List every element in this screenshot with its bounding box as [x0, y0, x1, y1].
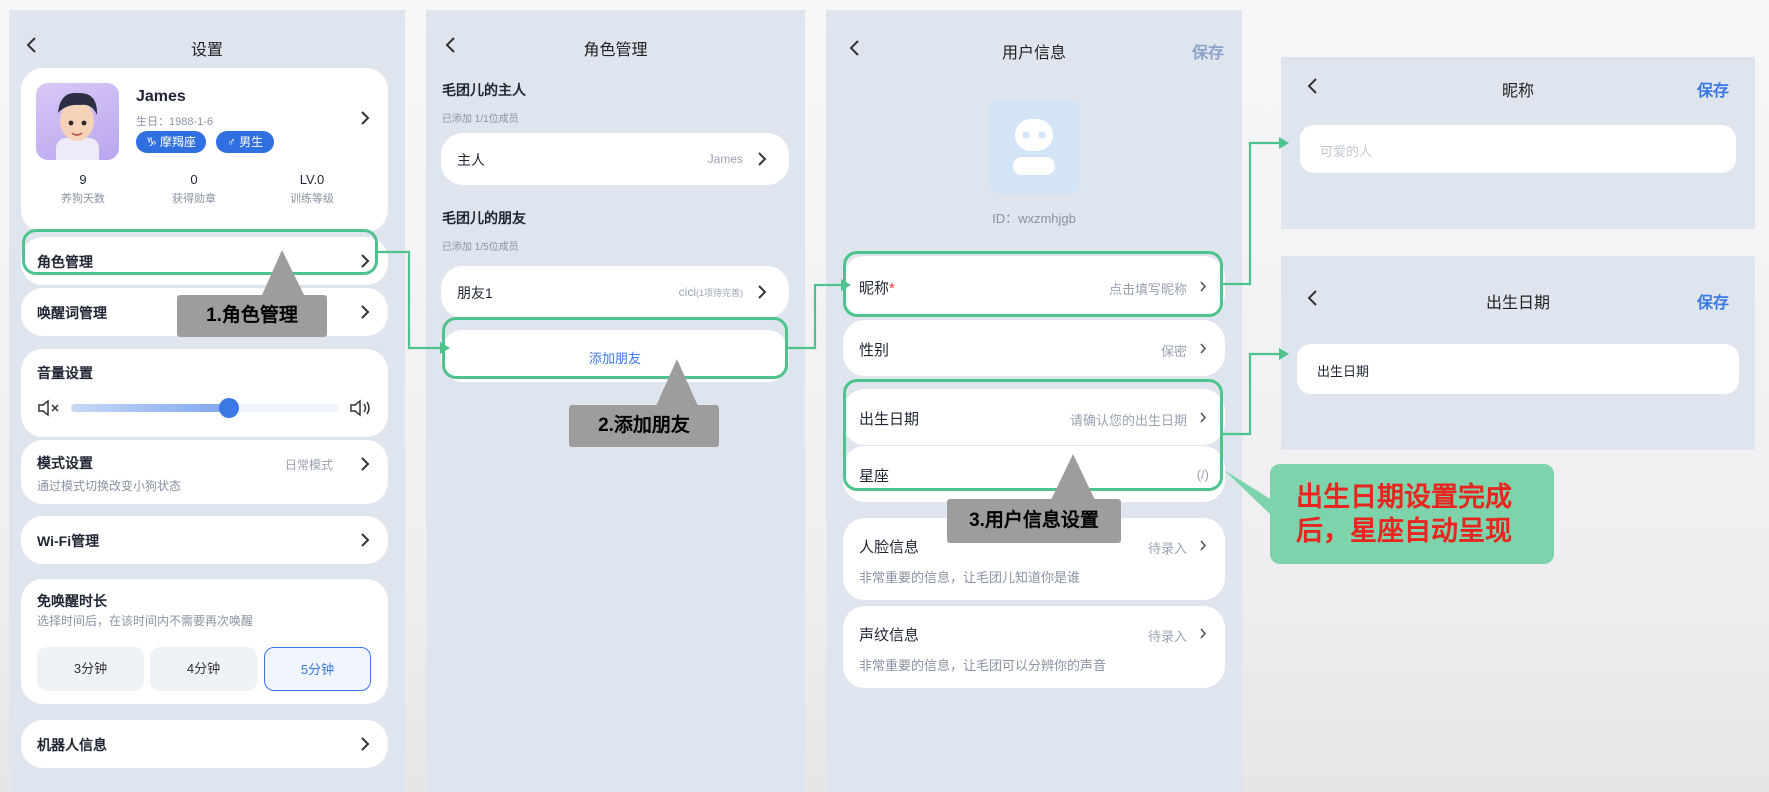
duration-option-3min[interactable]: 3分钟: [37, 647, 144, 691]
page-title: 昵称: [1501, 83, 1534, 100]
mode-value: 日常模式: [285, 458, 334, 472]
chevron-right-icon: [361, 305, 370, 319]
duration-option-5min[interactable]: 5分钟: [264, 647, 371, 691]
highlight-add-friend: [442, 317, 788, 379]
volume-slider-fill: [71, 404, 229, 412]
chevron-right-icon: [1200, 540, 1207, 551]
nickname-placeholder: 可爱的人: [1320, 144, 1373, 159]
page-title: 角色管理: [583, 42, 648, 59]
gender-item[interactable]: 性别 保密: [843, 320, 1225, 376]
chevron-right-icon: [361, 111, 370, 125]
owner-value: James: [707, 152, 743, 166]
role-management-screen: 角色管理 毛团儿的主人 已添加 1/1位成员 主人 James 毛团儿的朋友 已…: [426, 10, 805, 792]
save-button[interactable]: 保存: [1192, 39, 1224, 63]
friend-note: (1项待完善): [696, 288, 743, 298]
stat-medals-value: 0: [190, 172, 198, 187]
stat-days-label: 养狗天数: [61, 193, 105, 205]
highlight-nickname: [843, 251, 1223, 317]
zodiac-tag: ♑ 摩羯座: [136, 131, 206, 153]
volume-slider-handle[interactable]: [219, 398, 239, 418]
face-info-label: 人脸信息: [859, 539, 920, 556]
gender-label: 性别: [859, 342, 890, 359]
birth-date-field[interactable]: 出生日期: [1297, 344, 1739, 394]
wifi-management-item[interactable]: Wi-Fi管理: [21, 516, 388, 564]
face-info-value: 待录入: [1147, 541, 1187, 556]
save-button[interactable]: 保存: [1697, 77, 1729, 101]
stat-level-value: LV.0: [299, 172, 325, 187]
friend-item[interactable]: 朋友1 cici(1项待完善): [441, 266, 789, 318]
zodiac-auto-note-text: 出生日期设置完成后，星座自动呈现: [1296, 482, 1512, 546]
voiceprint-value: 待录入: [1147, 629, 1187, 644]
nickname-input[interactable]: 可爱的人: [1300, 125, 1736, 173]
robot-info-label: 机器人信息: [37, 737, 107, 753]
chevron-right-icon: [361, 457, 370, 471]
save-button[interactable]: 保存: [1697, 289, 1729, 313]
owner-item[interactable]: 主人 James: [441, 133, 789, 185]
nickname-screen: 昵称 保存 可爱的人: [1281, 57, 1755, 229]
wake-word-label: 唤醒词管理: [37, 305, 107, 321]
robot-info-item[interactable]: 机器人信息: [21, 720, 388, 768]
settings-screen: 设置 James 生日：1988-1-6 ♑ 摩羯座 ♂ 男生 9 养狗天数 0…: [9, 10, 405, 792]
face-info-desc: 非常重要的信息，让毛团儿知道你是谁: [859, 570, 1081, 585]
avatar: [36, 83, 119, 160]
zodiac-auto-note: 出生日期设置完成后，星座自动呈现: [1270, 464, 1554, 564]
highlight-role-management: [22, 229, 378, 275]
friend-count: 已添加 1/5位成员: [442, 242, 519, 253]
user-id: ID：wxzmhjgb: [992, 211, 1076, 226]
friend-name: cici: [678, 285, 696, 299]
page-title: 出生日期: [1485, 295, 1550, 312]
no-wake-desc: 选择时间后，在该时间内不需要再次唤醒: [37, 614, 254, 628]
birth-date-field-label: 出生日期: [1317, 364, 1370, 379]
highlight-birth-zodiac: [843, 379, 1223, 491]
page-title: 设置: [190, 42, 223, 59]
profile-name: James: [136, 88, 186, 105]
volume-up-icon[interactable]: [349, 399, 373, 417]
callout-add-friend: 2.添加朋友: [569, 405, 719, 447]
gender-value: 保密: [1160, 344, 1187, 359]
volume-title: 音量设置: [37, 365, 93, 381]
chevron-right-icon: [361, 533, 370, 547]
mode-desc: 通过模式切换改变小狗状态: [37, 479, 182, 493]
callout-role-management: 1.角色管理: [177, 295, 327, 337]
birth-date-screen: 出生日期 保存 出生日期: [1281, 256, 1755, 450]
voiceprint-desc: 非常重要的信息，让毛团可以分辨你的声音: [859, 658, 1107, 673]
chevron-right-icon: [1200, 343, 1207, 354]
no-wake-title: 免唤醒时长: [37, 593, 107, 609]
callout-user-info: 3.用户信息设置: [947, 499, 1121, 543]
gender-tag: ♂ 男生: [216, 131, 274, 153]
wifi-label: Wi-Fi管理: [37, 533, 100, 549]
owner-label: 主人: [457, 152, 485, 168]
mode-title: 模式设置: [37, 455, 93, 471]
friend-section-title: 毛团儿的朋友: [442, 210, 526, 226]
volume-slider[interactable]: [71, 398, 339, 418]
voiceprint-label: 声纹信息: [859, 627, 920, 644]
duration-option-4min[interactable]: 4分钟: [150, 647, 257, 691]
stat-days-value: 9: [79, 172, 87, 187]
profile-birthday: 生日：1988-1-6: [136, 116, 214, 128]
voiceprint-item[interactable]: 声纹信息 待录入 非常重要的信息，让毛团可以分辨你的声音: [843, 606, 1225, 688]
stat-medals-label: 获得勋章: [172, 193, 216, 205]
owner-count: 已添加 1/1位成员: [442, 114, 519, 125]
friend-value: cici(1项待完善): [679, 285, 743, 299]
user-avatar[interactable]: [989, 99, 1079, 194]
friend-label: 朋友1: [457, 285, 493, 301]
chevron-right-icon: [1200, 628, 1207, 639]
chevron-right-icon: [758, 285, 767, 299]
volume-mute-icon[interactable]: [37, 399, 61, 417]
chevron-right-icon: [758, 152, 767, 166]
stat-level-label: 训练等级: [290, 193, 334, 205]
volume-card: 音量设置: [21, 349, 388, 437]
owner-section-title: 毛团儿的主人: [442, 82, 526, 98]
page-title: 用户信息: [1001, 45, 1066, 62]
mode-setting-item[interactable]: 模式设置 通过模式切换改变小狗状态 日常模式: [21, 440, 388, 504]
profile-card[interactable]: James 生日：1988-1-6 ♑ 摩羯座 ♂ 男生 9 养狗天数 0 获得…: [21, 68, 388, 232]
chevron-right-icon: [361, 737, 370, 751]
